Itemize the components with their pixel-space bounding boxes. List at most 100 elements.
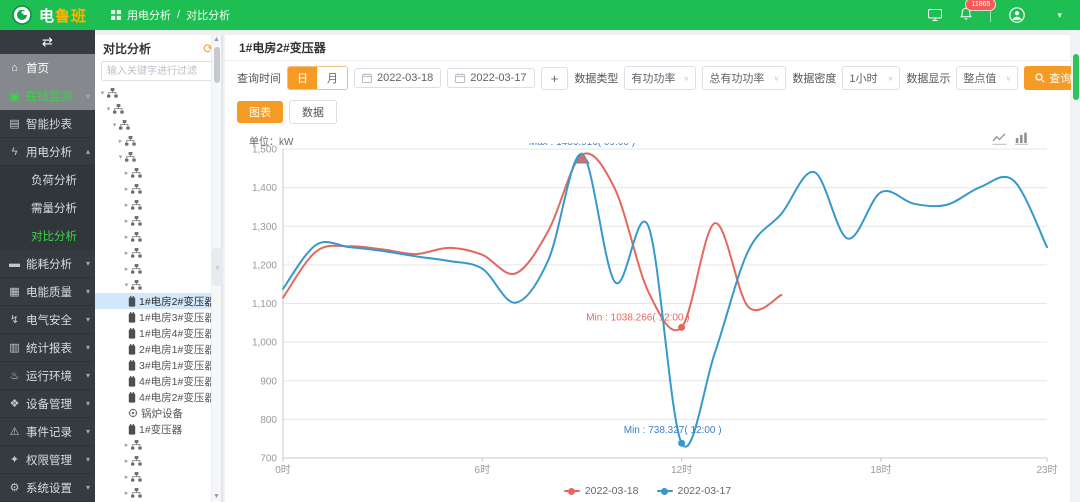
sidebar-item-power-quality[interactable]: ▦ 电能质量 ▾ xyxy=(0,278,95,306)
tree-node-1#电房2#变压器[interactable]: 1#电房2#变压器 xyxy=(95,293,215,309)
expander-closed-icon[interactable]: ▸ xyxy=(122,233,131,241)
tree-node-group[interactable]: ▸ xyxy=(95,213,211,229)
sidebar-item-event-record[interactable]: ⚠ 事件记录 ▾ xyxy=(0,418,95,446)
tree-node-group[interactable]: ▸ xyxy=(95,181,211,197)
fullscreen-icon[interactable] xyxy=(928,9,943,21)
tree-node-group[interactable]: ▸ xyxy=(95,437,211,453)
page-scrollbar-track[interactable] xyxy=(1071,30,1080,502)
tree-node-group[interactable]: ▸ xyxy=(95,229,211,245)
y-axis-tick-label: 700 xyxy=(260,454,277,465)
sidebar-item-device-management[interactable]: ❖ 设备管理 ▾ xyxy=(0,390,95,418)
user-menu-caret-icon[interactable]: ▾ xyxy=(1057,10,1062,21)
expander-closed-icon[interactable]: ▸ xyxy=(122,217,131,225)
chevron-down-icon: ∨ xyxy=(1005,74,1012,82)
expander-open-icon[interactable]: ▾ xyxy=(122,281,131,289)
tree-node-3#电房1#变压器[interactable]: 3#电房1#变压器 xyxy=(95,357,215,373)
sidebar-item-home[interactable]: ⌂ 首页 xyxy=(0,54,95,82)
expander-closed-icon[interactable]: ▸ xyxy=(122,441,131,449)
sidebar-item-system-settings[interactable]: ⚙ 系统设置 ▾ xyxy=(0,474,95,502)
tree-node-group[interactable]: ▸ xyxy=(95,261,211,277)
y-axis-tick-label: 1,100 xyxy=(252,299,277,310)
tree-node-4#电房1#变压器[interactable]: 4#电房1#变压器 xyxy=(95,373,215,389)
org-icon xyxy=(131,456,142,466)
tree-collapse-handle[interactable]: ‹ xyxy=(212,248,223,286)
tree-node-1#电房3#变压器[interactable]: 1#电房3#变压器 xyxy=(95,309,215,325)
tab-chart[interactable]: 图表 xyxy=(237,101,283,123)
tree-node-4#电房2#变压器[interactable]: 4#电房2#变压器 xyxy=(95,389,215,405)
tree-node-group[interactable]: ▾ xyxy=(95,85,211,101)
sidebar-item-energy-consumption[interactable]: ▬ 能耗分析 ▾ xyxy=(0,250,95,278)
tree-filter-input[interactable] xyxy=(101,61,215,81)
tree-node-group[interactable]: ▾ xyxy=(95,101,211,117)
data-density-select[interactable]: 1小时 ∨ xyxy=(842,66,901,90)
day-button[interactable]: 日 xyxy=(288,67,317,89)
sidebar-subitem-负荷分析[interactable]: 负荷分析 xyxy=(0,166,95,194)
expander-closed-icon[interactable]: ▸ xyxy=(122,457,131,465)
tree-node-锅炉设备[interactable]: 锅炉设备 xyxy=(95,405,211,421)
tree-node-group[interactable]: ▸ xyxy=(95,469,211,485)
y-axis-tick-label: 800 xyxy=(260,415,277,426)
sidebar-collapse-button[interactable]: ⇄ xyxy=(0,30,95,54)
expander-closed-icon[interactable]: ▸ xyxy=(122,249,131,257)
page-scrollbar-thumb[interactable] xyxy=(1072,54,1079,100)
scroll-down-icon[interactable]: ▼ xyxy=(213,492,220,502)
tree-node-1#变压器[interactable]: 1#变压器 xyxy=(95,421,211,437)
sidebar-subitem-需量分析[interactable]: 需量分析 xyxy=(0,194,95,222)
statistics-report-icon: ▥ xyxy=(9,342,20,354)
breadcrumb-current[interactable]: 对比分析 xyxy=(186,7,230,23)
sidebar-subitem-对比分析[interactable]: 对比分析 xyxy=(0,222,95,250)
tree-node-group[interactable]: ▾ xyxy=(95,149,211,165)
start-date-picker[interactable]: 2022-03-18 xyxy=(354,68,442,88)
expander-open-icon[interactable]: ▾ xyxy=(110,121,119,129)
tree-node-group[interactable]: ▸ xyxy=(95,453,211,469)
data-subtype-select[interactable]: 总有功功率 ∨ xyxy=(702,66,787,90)
expander-closed-icon[interactable]: ▸ xyxy=(122,489,131,497)
sidebar-item-permission-management[interactable]: ✦ 权限管理 ▾ xyxy=(0,446,95,474)
comparison-line-chart[interactable]: 1,500 1,400 1,300 1,200 1,100 1,000 900 800 7000… xyxy=(225,143,1070,483)
add-date-button[interactable]: + xyxy=(540,66,569,90)
main-panel: 1#电房2#变压器 查询时间 日 月 2022-03-18 2022-03-17… xyxy=(225,35,1080,502)
data-type-select[interactable]: 有功功率 ∨ xyxy=(624,66,697,90)
data-display-select[interactable]: 整点值 ∨ xyxy=(956,66,1019,90)
tree-node-2#电房1#变压器[interactable]: 2#电房1#变压器 xyxy=(95,341,215,357)
expander-closed-icon[interactable]: ▸ xyxy=(122,169,131,177)
legend-item-2022-03-18[interactable]: 2022-03-18 xyxy=(563,485,639,497)
expander-open-icon[interactable]: ▾ xyxy=(116,153,125,161)
expander-closed-icon[interactable]: ▸ xyxy=(116,137,125,145)
sidebar-item-electrical-safety[interactable]: ↯ 电气安全 ▾ xyxy=(0,306,95,334)
month-button[interactable]: 月 xyxy=(317,67,347,89)
y-axis-tick-label: 1,400 xyxy=(252,183,277,194)
tree-node-group[interactable]: ▸ xyxy=(95,197,211,213)
tree-node-group[interactable]: ▾ xyxy=(95,277,211,293)
end-date-picker[interactable]: 2022-03-17 xyxy=(447,68,535,88)
chevron-down-icon: ▾ xyxy=(85,399,90,408)
org-icon xyxy=(131,168,142,178)
tree-node-group[interactable]: ▸ xyxy=(95,485,211,501)
expander-open-icon[interactable]: ▾ xyxy=(98,89,107,97)
org-icon xyxy=(131,232,142,242)
scroll-up-icon[interactable]: ▲ xyxy=(213,35,220,45)
sidebar-item-operating-environment[interactable]: ♨ 运行环境 ▾ xyxy=(0,362,95,390)
expander-closed-icon[interactable]: ▸ xyxy=(122,473,131,481)
tree-scrollbar-thumb[interactable] xyxy=(213,47,220,83)
expander-closed-icon[interactable]: ▸ xyxy=(122,201,131,209)
notifications-bell[interactable]: 11865 xyxy=(960,0,997,23)
sidebar-item-power-analysis[interactable]: ϟ 用电分析 ▴ xyxy=(0,138,95,166)
expander-open-icon[interactable]: ▾ xyxy=(104,105,113,113)
device-tree: ▾ ▾ ▾ ▸ ▾ ▸ ▸ ▸ ▸ ▸ ▸ ▸ ▾ 1#电房2#变压器 1#电房3#变压器 1#电房4#变压器… xyxy=(95,85,221,502)
tree-node-1#电房4#变压器[interactable]: 1#电房4#变压器 xyxy=(95,325,215,341)
expander-closed-icon[interactable]: ▸ xyxy=(122,185,131,193)
legend-item-2022-03-17[interactable]: 2022-03-17 xyxy=(656,485,731,497)
tree-node-group[interactable]: ▾ xyxy=(95,117,211,133)
tree-node-group[interactable]: ▸ xyxy=(95,133,211,149)
expander-closed-icon[interactable]: ▸ xyxy=(122,265,131,273)
breadcrumb-section[interactable]: 用电分析 xyxy=(127,7,171,23)
sidebar-item-statistics-report[interactable]: ▥ 统计报表 ▾ xyxy=(0,334,95,362)
data-display-label: 数据显示 xyxy=(906,73,951,85)
tree-node-group[interactable]: ▸ xyxy=(95,245,211,261)
sidebar-item-online-monitor[interactable]: ▣ 在线监测 ▾ xyxy=(0,82,95,110)
sidebar-item-smart-meter[interactable]: ▤ 智能抄表 xyxy=(0,110,95,138)
tab-data[interactable]: 数据 xyxy=(289,100,337,124)
user-avatar[interactable] xyxy=(1009,7,1026,23)
tree-node-group[interactable]: ▸ xyxy=(95,165,211,181)
